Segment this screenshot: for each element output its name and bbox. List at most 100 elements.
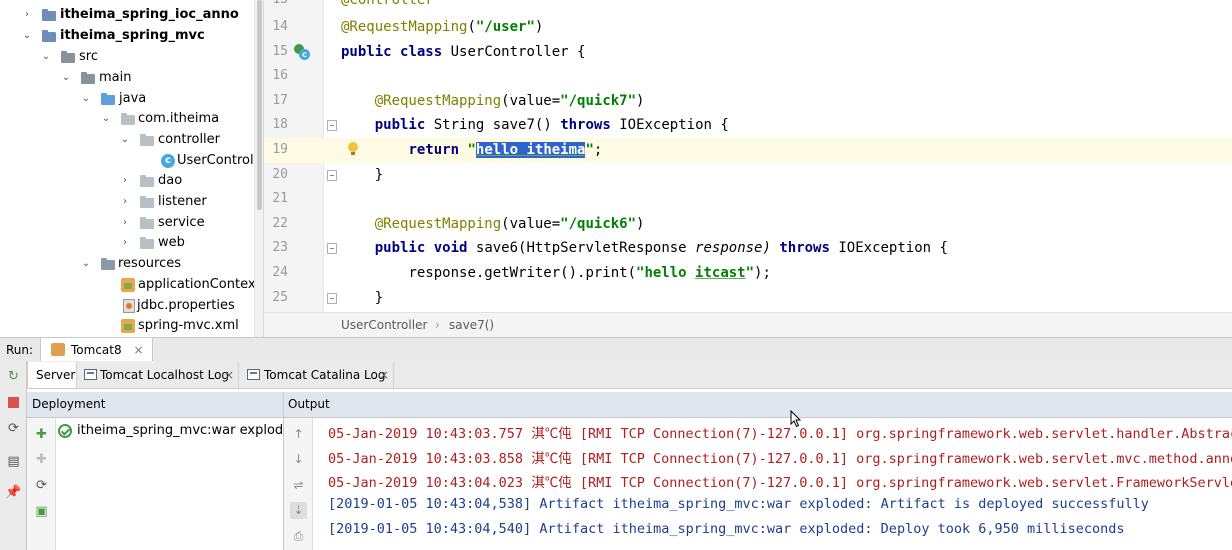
chevron-right-icon[interactable]: › [120, 213, 130, 233]
run-tool-window-header: Run: Tomcat8 × [0, 337, 1232, 361]
close-icon[interactable]: × [133, 343, 143, 357]
chevron-down-icon[interactable]: ⌄ [22, 26, 32, 46]
package-icon [140, 217, 154, 229]
deploy-add-icon[interactable]: ✚ [33, 426, 50, 443]
tree-item-user-controller[interactable]: c UserController [0, 151, 263, 171]
tab-label: Tomcat Localhost Log [100, 368, 230, 382]
chevron-down-icon[interactable]: ⌄ [81, 254, 91, 274]
line-number: 18 [272, 117, 288, 133]
tree-item-jdbc-properties[interactable]: jdbc.properties [0, 296, 254, 316]
selected-text[interactable]: hello itheima [475, 142, 586, 158]
chevron-down-icon[interactable]: ⌄ [81, 89, 91, 109]
code-text: @RequestMapping(value="/quick7") [374, 92, 645, 109]
run-left-toolbar: ↻ ⟳ ▤ 📌 [0, 361, 27, 550]
code-line-current: 19 return "hello itheima"; [264, 138, 1232, 163]
tree-item-web[interactable]: › web [0, 233, 254, 253]
tab-server[interactable]: Server [27, 362, 77, 388]
code-text: return "hello itheima"; [341, 138, 602, 163]
tree-item-itheima-spring-ioc-anno[interactable]: › itheima_spring_ioc_anno [0, 5, 254, 25]
keyword: public [341, 43, 392, 60]
fold-marker-icon[interactable] [327, 243, 337, 255]
tree-item-java[interactable]: ⌄ java [0, 89, 254, 109]
string-literal: "/quick7" [560, 92, 637, 109]
close-icon[interactable]: × [224, 362, 234, 388]
tree-item-controller[interactable]: ⌄ controller [0, 130, 254, 150]
scroll-to-end-icon[interactable]: ⇣ [290, 502, 307, 519]
chevron-down-icon[interactable]: ⌄ [120, 130, 130, 150]
redeploy-icon[interactable]: ⟳ [33, 477, 50, 494]
chevron-right-icon[interactable]: › [120, 192, 130, 212]
code-text: @RequestMapping(value="/quick6") [374, 215, 645, 232]
chevron-down-icon[interactable]: ⌄ [61, 68, 71, 88]
line-number: 23 [272, 240, 288, 256]
deploy-all-icon[interactable]: ▣ [33, 503, 50, 520]
tree-item-main[interactable]: ⌄ main [0, 68, 254, 88]
line-number: 14 [272, 19, 288, 34]
output-header: Output [284, 392, 1232, 418]
close-call: ); [754, 265, 771, 281]
package-icon [140, 175, 154, 187]
chevron-right-icon[interactable]: › [120, 171, 130, 191]
fold-marker-icon[interactable] [327, 292, 337, 304]
layout-icon[interactable]: ▤ [5, 453, 22, 470]
tree-item-com-itheima[interactable]: ⌄ com.itheima [0, 109, 254, 129]
attr-name: value= [509, 215, 561, 232]
tree-item-itheima-spring-mvc[interactable]: ⌄ itheima_spring_mvc [0, 26, 254, 46]
tree-scrollbar[interactable] [254, 0, 263, 337]
fold-marker-icon[interactable] [327, 120, 337, 132]
tree-scrollbar-thumb[interactable] [257, 0, 262, 210]
rerun-icon[interactable]: ↻ [5, 368, 22, 385]
log-icon [247, 369, 260, 380]
tree-item-listener[interactable]: › listener [0, 192, 254, 212]
spring-bean-icon[interactable]: c [294, 43, 310, 60]
code-line: 17 @RequestMapping(value="/quick7") [264, 89, 1232, 114]
tab-tomcat-localhost-log[interactable]: Tomcat Localhost Log × [78, 362, 239, 388]
run-config-tab[interactable]: Tomcat8 × [40, 338, 153, 361]
breadcrumb-item[interactable]: save7() [449, 313, 494, 337]
undeploy-icon[interactable]: ✚ [33, 451, 50, 468]
attr-name: value= [509, 92, 561, 109]
code-line: 21 [264, 187, 1232, 212]
fold-marker-icon[interactable] [327, 169, 337, 181]
folder-icon [81, 72, 95, 84]
keyword: public [374, 240, 426, 257]
brace: { [931, 240, 948, 257]
chevron-right-icon[interactable]: › [22, 5, 32, 25]
chevron-right-icon[interactable]: › [120, 233, 130, 253]
refresh-icon[interactable]: ⟳ [5, 420, 22, 437]
console-output[interactable]: 05-Jan-2019 10:43:03.757 淇℃伅 [RMI TCP Co… [313, 418, 1232, 550]
string-quote: " [745, 265, 755, 281]
brace: { [711, 117, 729, 134]
pin-icon[interactable]: 📌 [5, 484, 22, 501]
string-literal: "/quick6" [560, 215, 637, 232]
tree-item-spring-mvc-xml[interactable]: spring-mvc.xml [0, 316, 254, 336]
line-number: 21 [272, 191, 288, 207]
chevron-down-icon[interactable]: ⌄ [41, 47, 51, 67]
line-number: 25 [272, 289, 288, 305]
tree-item-dao[interactable]: › dao [0, 171, 254, 191]
tree-item-resources[interactable]: ⌄ resources [0, 254, 254, 274]
method-call: response.getWriter().print( [408, 265, 637, 281]
scroll-up-icon[interactable]: ↑ [290, 426, 307, 443]
print-icon[interactable]: ⎙ [290, 528, 307, 545]
soft-wrap-icon[interactable]: ⇌ [290, 477, 307, 494]
breadcrumb-item[interactable]: UserController [341, 313, 427, 337]
tree-item-src[interactable]: ⌄ src [0, 47, 254, 67]
chevron-down-icon[interactable]: ⌄ [101, 109, 111, 129]
keyword: public [374, 117, 426, 134]
tree-item-label: com.itheima [138, 111, 220, 126]
tree-item-application-context[interactable]: applicationContext.xm [0, 275, 263, 295]
annotation: @RequestMapping [374, 215, 502, 232]
code-editor[interactable]: 13 @Controller 14 @RequestMapping("/user… [263, 0, 1232, 312]
method-name: save7() [492, 117, 552, 134]
close-icon[interactable]: × [379, 362, 389, 388]
tree-item-label: java [119, 91, 147, 106]
stop-icon[interactable] [5, 394, 22, 411]
tree-item-label: main [99, 70, 132, 85]
run-label: Run: [6, 343, 34, 357]
tab-tomcat-catalina-log[interactable]: Tomcat Catalina Log × [240, 362, 394, 388]
scroll-down-icon[interactable]: ↓ [290, 451, 307, 468]
tree-item-label: resources [118, 256, 182, 271]
tree-item-service[interactable]: › service [0, 213, 254, 233]
tree-item-label: service [158, 215, 205, 230]
